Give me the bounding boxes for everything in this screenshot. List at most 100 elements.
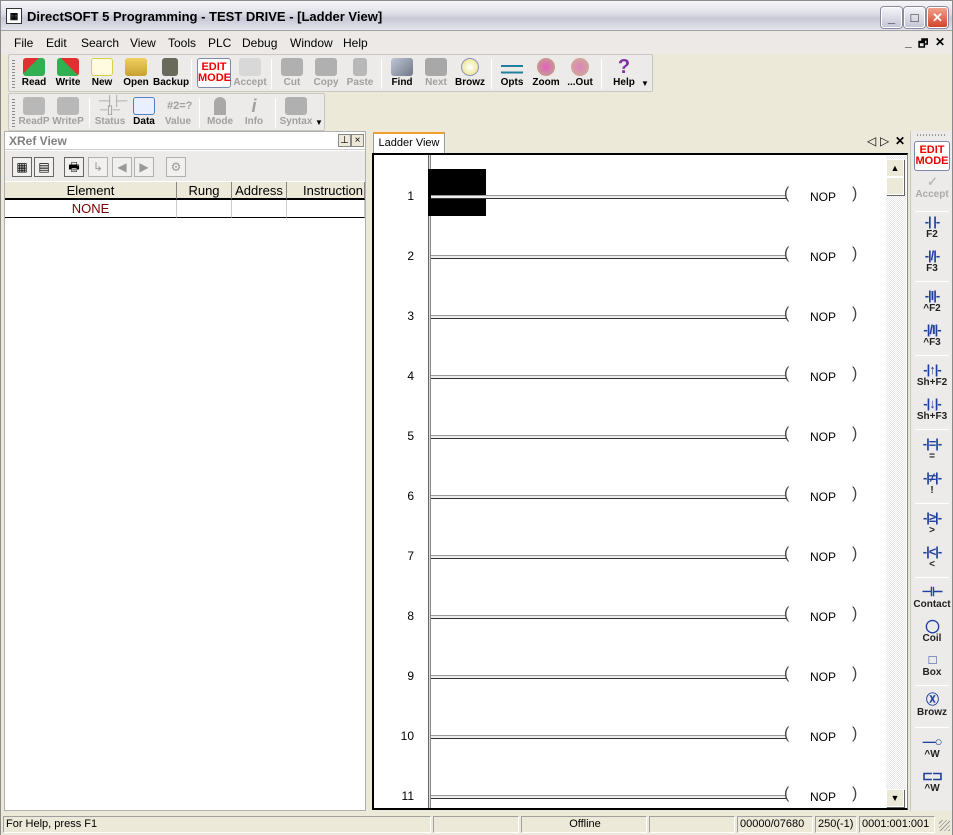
palette-immediate-contact-no-button[interactable]: -|I|- ^F2 bbox=[913, 289, 951, 321]
scroll-thumb[interactable] bbox=[886, 177, 904, 195]
rung-instruction[interactable]: NOP bbox=[810, 730, 836, 744]
palette-browse-button[interactable]: Ⓧ Browz bbox=[913, 693, 951, 725]
ladder-rung[interactable]: 8 (NOP) bbox=[374, 595, 884, 655]
ladder-rung[interactable]: 3 (NOP) bbox=[374, 295, 884, 355]
palette-contact-nc-button[interactable]: -|/|- F3 bbox=[913, 249, 951, 281]
panel-splitter[interactable] bbox=[366, 131, 371, 811]
ladder-rung[interactable]: 2 (NOP) bbox=[374, 235, 884, 295]
menu-edit[interactable]: Edit bbox=[46, 36, 67, 50]
rung-instruction[interactable]: NOP bbox=[810, 310, 836, 324]
palette-coil-wizard-button[interactable]: ◯ Coil bbox=[913, 619, 951, 651]
menu-window[interactable]: Window bbox=[290, 36, 333, 50]
mdi-minimize-button[interactable]: _ bbox=[905, 35, 912, 49]
toolbar-overflow-chevron-icon[interactable]: ▼ bbox=[641, 79, 649, 88]
mdi-restore-button[interactable]: 🗗 bbox=[918, 35, 928, 54]
open-button[interactable]: Open bbox=[119, 58, 153, 90]
rung-instruction[interactable]: NOP bbox=[810, 610, 836, 624]
tab-next-icon[interactable]: ▷ bbox=[880, 134, 889, 148]
ladder-rung[interactable]: 10 (NOP) bbox=[374, 715, 884, 775]
toolbar-grip[interactable] bbox=[12, 99, 15, 127]
rung-instruction[interactable]: NOP bbox=[810, 190, 836, 204]
rung-instruction[interactable]: NOP bbox=[810, 370, 836, 384]
toolbar-grip[interactable] bbox=[12, 60, 15, 88]
pin-icon[interactable]: ⊥ bbox=[338, 134, 351, 147]
palette-horizontal-wire-button[interactable]: —○ ^W bbox=[913, 735, 951, 767]
mode-button[interactable]: Mode bbox=[203, 97, 237, 129]
ladder-rung[interactable]: 1 (NOP) bbox=[374, 175, 884, 235]
menu-debug[interactable]: Debug bbox=[242, 36, 277, 50]
zoom-out-button[interactable]: ...Out bbox=[563, 58, 597, 90]
column-header-instruction[interactable]: Instruction bbox=[287, 182, 365, 200]
palette-accept-button[interactable]: ✓ Accept bbox=[913, 175, 951, 207]
find-button[interactable]: Find bbox=[385, 58, 419, 90]
xref-close-button[interactable]: × bbox=[351, 134, 364, 147]
palette-rising-edge-contact-button[interactable]: -|↑|- Sh+F2 bbox=[913, 363, 951, 395]
next-button[interactable]: Next bbox=[419, 58, 453, 90]
ladder-rung[interactable]: 6 (NOP) bbox=[374, 475, 884, 535]
palette-immediate-contact-nc-button[interactable]: -|/I|- ^F3 bbox=[913, 323, 951, 355]
edit-mode-button[interactable]: EDIT MODE bbox=[197, 58, 231, 88]
tab-close-icon[interactable]: ✕ bbox=[895, 134, 905, 148]
previous-icon[interactable]: ◀ bbox=[112, 157, 132, 177]
rung-instruction[interactable]: NOP bbox=[810, 490, 836, 504]
menu-file[interactable]: File bbox=[14, 36, 33, 50]
new-button[interactable]: New bbox=[85, 58, 119, 90]
table-cell-address[interactable] bbox=[232, 200, 287, 218]
toolbar-overflow-chevron-icon[interactable]: ▼ bbox=[315, 118, 323, 127]
menu-view[interactable]: View bbox=[130, 36, 156, 50]
minimize-button[interactable]: _ bbox=[881, 7, 902, 28]
palette-box-wizard-button[interactable]: □ Box bbox=[913, 653, 951, 685]
column-header-rung[interactable]: Rung bbox=[177, 182, 232, 200]
ladder-editor[interactable]: 1 (NOP) 2 (NOP) 3 (NOP) 4 (NOP) 5 (NOP) 6 (NOP) 7 (NO… bbox=[372, 153, 908, 810]
close-button[interactable]: ✕ bbox=[927, 7, 948, 28]
menu-plc[interactable]: PLC bbox=[208, 36, 231, 50]
scroll-up-button[interactable]: ▲ bbox=[886, 159, 904, 177]
value-button[interactable]: #2=? Value bbox=[161, 97, 195, 129]
ladder-rung[interactable]: 11 (NOP) bbox=[374, 775, 884, 808]
app-icon[interactable]: ▦ bbox=[6, 8, 22, 24]
writep-button[interactable]: WriteP bbox=[51, 97, 85, 129]
table-cell-rung[interactable] bbox=[177, 200, 232, 218]
scroll-down-button[interactable]: ▼ bbox=[886, 789, 904, 807]
table-cell-instruction[interactable] bbox=[287, 200, 365, 218]
zoom-in-button[interactable]: Zoom bbox=[529, 58, 563, 90]
read-button[interactable]: Read bbox=[17, 58, 51, 90]
syntax-button[interactable]: Syntax bbox=[279, 97, 313, 129]
table-cell-element[interactable]: NONE bbox=[5, 200, 177, 218]
grid-view-icon[interactable]: ▦ bbox=[12, 157, 32, 177]
rung-instruction[interactable]: NOP bbox=[810, 430, 836, 444]
palette-falling-edge-contact-button[interactable]: -|↓|- Sh+F3 bbox=[913, 397, 951, 429]
tab-prev-icon[interactable]: ◁ bbox=[867, 134, 876, 148]
goto-icon[interactable]: ↳ bbox=[88, 157, 108, 177]
next-icon[interactable]: ▶ bbox=[134, 157, 154, 177]
refresh-icon[interactable]: ⚙ bbox=[166, 157, 186, 177]
palette-grip[interactable] bbox=[917, 134, 947, 136]
write-button[interactable]: Write bbox=[51, 58, 85, 90]
cut-button[interactable]: Cut bbox=[275, 58, 309, 90]
palette-compare-less-button[interactable]: -|<|- < bbox=[913, 545, 951, 577]
rung-instruction[interactable]: NOP bbox=[810, 250, 836, 264]
rung-instruction[interactable]: NOP bbox=[810, 670, 836, 684]
accept-button[interactable]: Accept bbox=[233, 58, 267, 90]
info-button[interactable]: i Info bbox=[237, 97, 271, 129]
browse-button[interactable]: Browz bbox=[453, 58, 487, 90]
palette-compare-not-equal-button[interactable]: -|≠|-! bbox=[913, 471, 951, 503]
tab-ladder-view[interactable]: Ladder View bbox=[373, 132, 445, 154]
status-button[interactable]: ─┤├─ ─[]─ Status bbox=[93, 97, 128, 129]
menu-tools[interactable]: Tools bbox=[168, 36, 196, 50]
print-icon[interactable]: 🖶 bbox=[64, 157, 84, 177]
list-view-icon[interactable]: ▤ bbox=[34, 157, 54, 177]
menu-help[interactable]: Help bbox=[343, 36, 368, 50]
copy-button[interactable]: Copy bbox=[309, 58, 343, 90]
palette-edit-mode-button[interactable]: EDIT MODE bbox=[914, 141, 950, 171]
data-button[interactable]: Data bbox=[127, 97, 161, 129]
column-header-element[interactable]: Element bbox=[5, 182, 177, 200]
rung-instruction[interactable]: NOP bbox=[810, 790, 836, 804]
mdi-close-button[interactable]: ✕ bbox=[935, 35, 945, 49]
ladder-rung[interactable]: 9 (NOP) bbox=[374, 655, 884, 715]
ladder-rung[interactable]: 5 (NOP) bbox=[374, 415, 884, 475]
rung-instruction[interactable]: NOP bbox=[810, 550, 836, 564]
ladder-rung[interactable]: 4 (NOP) bbox=[374, 355, 884, 415]
palette-contact-wizard-button[interactable]: ⊣⊢ Contact bbox=[913, 585, 951, 617]
palette-vertical-wire-button[interactable]: ⊏⊐ ^W bbox=[913, 769, 951, 801]
